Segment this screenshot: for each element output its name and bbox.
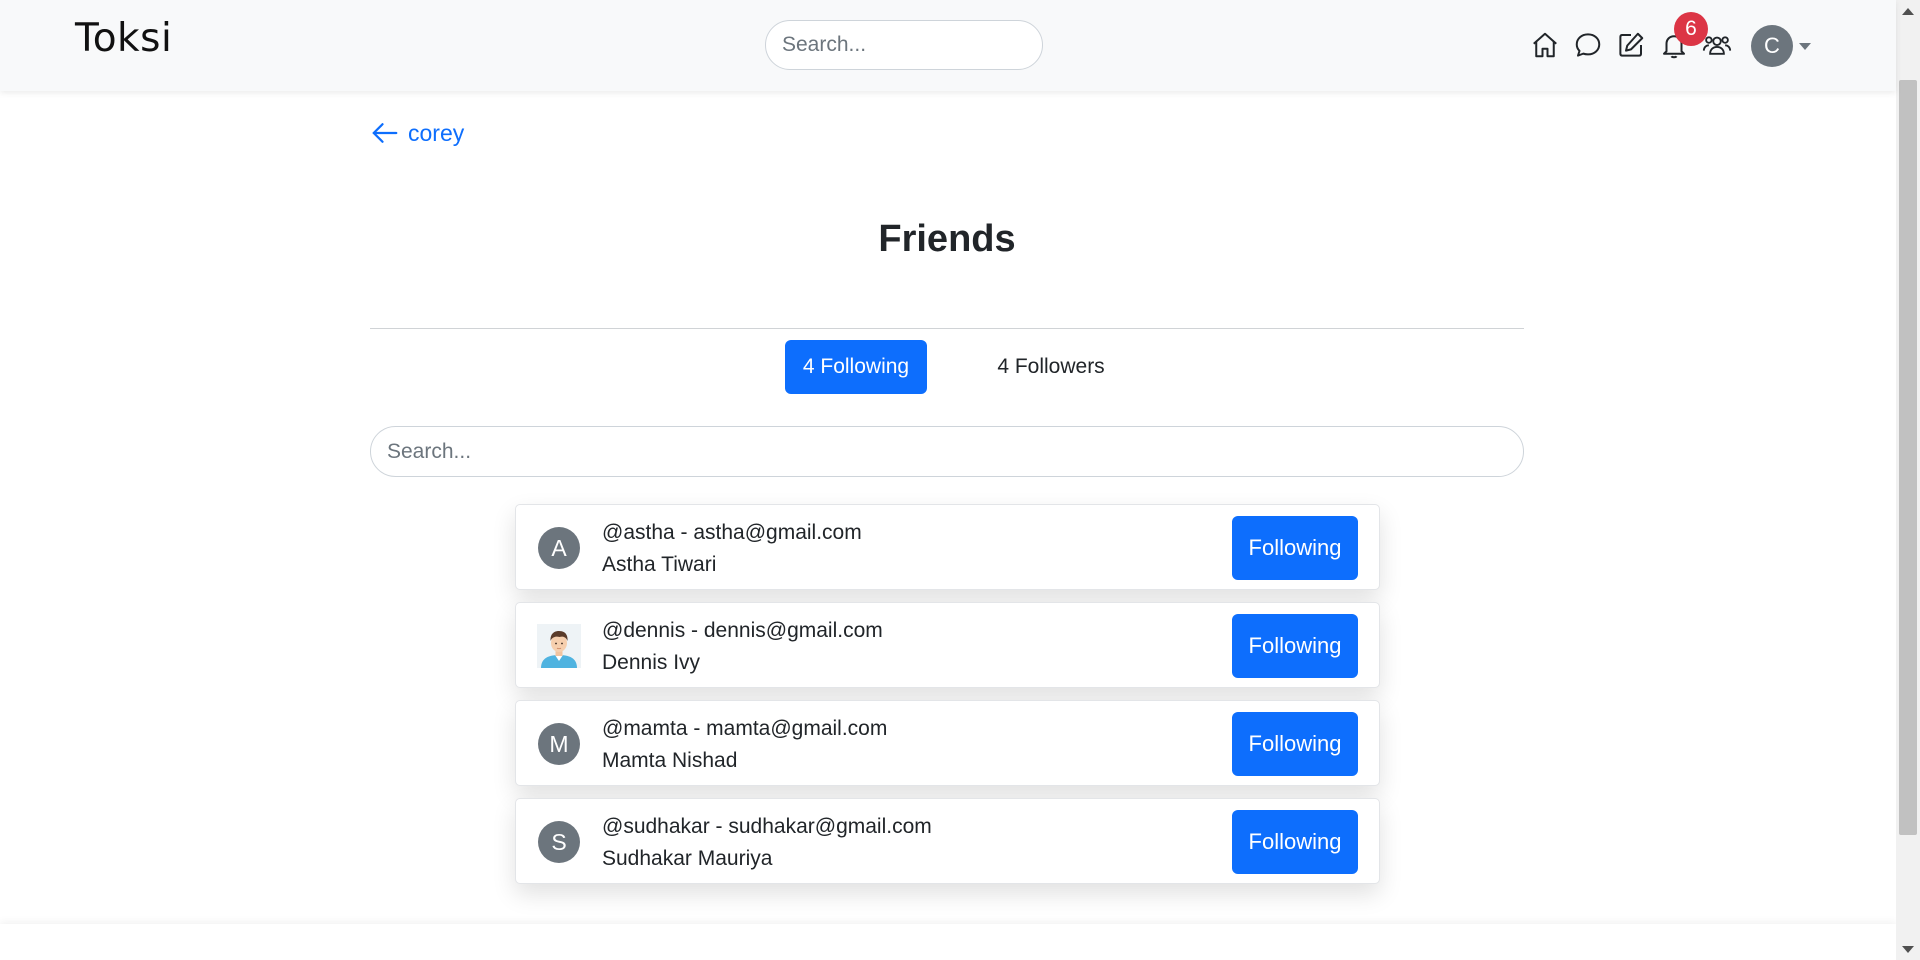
friends-search-input[interactable] — [370, 426, 1524, 477]
following-button[interactable]: Following — [1232, 516, 1358, 580]
scroll-down-arrow-icon[interactable] — [1902, 946, 1914, 953]
friend-name: Sudhakar Mauriya — [602, 847, 773, 870]
following-button[interactable]: Following — [1232, 712, 1358, 776]
friend-name: Mamta Nishad — [602, 749, 738, 772]
friend-handle[interactable]: @sudhakar - sudhakar@gmail.com — [602, 815, 932, 839]
friend-card: M @mamta - mamta@gmail.com Mamta Nishad … — [515, 700, 1380, 786]
avatar: S — [538, 821, 580, 863]
back-link-label: corey — [408, 119, 465, 146]
friend-handle[interactable]: @mamta - mamta@gmail.com — [602, 717, 887, 741]
tab-following[interactable]: 4 Following — [785, 340, 927, 394]
following-button[interactable]: Following — [1232, 810, 1358, 874]
following-button[interactable]: Following — [1232, 614, 1358, 678]
navbar: Toksi — [0, 0, 1896, 91]
friend-card: S @sudhakar - sudhakar@gmail.com Sudhaka… — [515, 798, 1380, 884]
friend-name: Astha Tiwari — [602, 553, 717, 576]
back-link[interactable]: corey — [370, 118, 464, 148]
edit-icon[interactable] — [1614, 28, 1648, 62]
friend-handle[interactable]: @astha - astha@gmail.com — [602, 521, 862, 545]
avatar — [537, 624, 581, 668]
scroll-up-arrow-icon[interactable] — [1902, 8, 1914, 15]
friend-card: A @astha - astha@gmail.com Astha Tiwari … — [515, 504, 1380, 590]
brand-logo[interactable]: Toksi — [75, 16, 172, 61]
notification-badge: 6 — [1674, 12, 1708, 46]
chat-icon[interactable] — [1571, 28, 1605, 62]
scrollbar-thumb[interactable] — [1899, 80, 1917, 835]
tab-followers[interactable]: 4 Followers — [980, 340, 1122, 394]
avatar: M — [538, 723, 580, 765]
friend-card: @dennis - dennis@gmail.com Dennis Ivy Fo… — [515, 602, 1380, 688]
footer — [0, 924, 1896, 960]
friend-name: Dennis Ivy — [602, 651, 701, 674]
arrow-left-icon — [372, 123, 398, 143]
home-icon[interactable] — [1528, 28, 1562, 62]
friend-handle[interactable]: @dennis - dennis@gmail.com — [602, 619, 883, 643]
divider — [370, 328, 1524, 329]
navbar-search-input[interactable] — [765, 20, 1043, 70]
user-avatar[interactable]: C — [1751, 25, 1793, 67]
page-title: Friends — [878, 218, 1016, 260]
avatar: A — [538, 527, 580, 569]
chevron-down-icon[interactable] — [1799, 43, 1811, 50]
scrollbar[interactable] — [1896, 0, 1920, 960]
